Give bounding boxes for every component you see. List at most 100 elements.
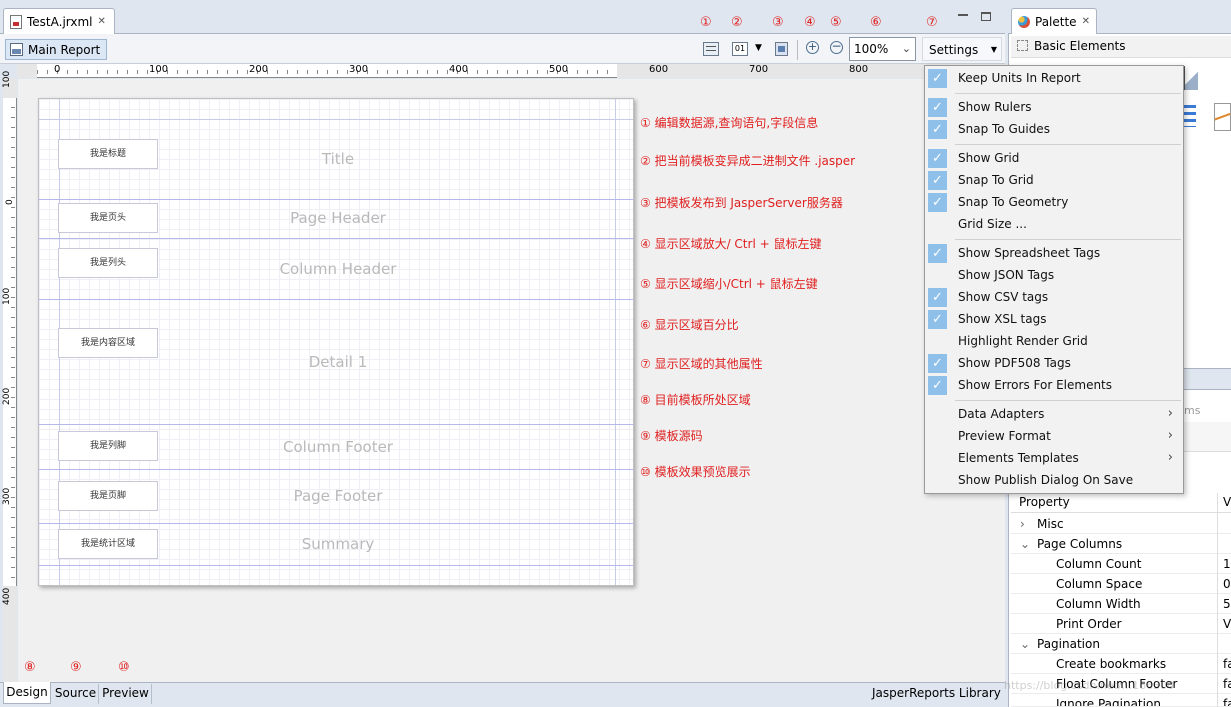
palette-icon bbox=[1018, 15, 1030, 28]
zoom-select[interactable]: 100% ⌄ bbox=[849, 37, 916, 61]
band-page-footer-label: Page Footer bbox=[293, 487, 383, 505]
section-label: Main Report bbox=[28, 42, 101, 57]
property-row[interactable]: Ignore Pagination fa bbox=[1011, 694, 1231, 707]
property-row[interactable]: ⌄ Pagination bbox=[1011, 634, 1231, 654]
property-value[interactable]: 0 bbox=[1223, 577, 1231, 591]
band-divider[interactable] bbox=[38, 469, 634, 470]
property-row[interactable]: Create bookmarks fa bbox=[1011, 654, 1231, 674]
column-header-text-field[interactable]: 我是列头 bbox=[58, 248, 158, 278]
menu-item-json-tags[interactable]: Show JSON Tags bbox=[925, 265, 1183, 287]
band-divider[interactable] bbox=[38, 199, 634, 200]
ruler-h-0: 0 bbox=[54, 64, 61, 75]
menu-item-csv-tags[interactable]: ✓ Show CSV tags bbox=[925, 287, 1183, 309]
chevron-down-icon[interactable]: ▼ bbox=[755, 43, 762, 53]
close-icon[interactable]: ✕ bbox=[98, 16, 106, 27]
expand-arrow-icon[interactable]: ⌄ bbox=[1020, 637, 1030, 651]
ruler-v-label: 0 bbox=[5, 199, 15, 205]
chart-element-icon[interactable] bbox=[1214, 103, 1231, 131]
title-text-field[interactable]: 我是标题 bbox=[58, 139, 158, 169]
band-divider[interactable] bbox=[38, 424, 634, 425]
property-value[interactable]: fa bbox=[1223, 697, 1231, 706]
expand-arrow-icon[interactable]: ⌄ bbox=[1020, 537, 1030, 551]
dataset-query-icon[interactable] bbox=[703, 42, 719, 56]
tab-preview[interactable]: Preview bbox=[100, 684, 152, 704]
property-row[interactable]: Print Order V bbox=[1011, 614, 1231, 634]
property-row[interactable]: Column Count 1 bbox=[1011, 554, 1231, 574]
menu-item-show-grid[interactable]: ✓ Show Grid bbox=[925, 148, 1183, 170]
detail-text-field[interactable]: 我是内容区域 bbox=[58, 328, 158, 358]
toolbar-divider bbox=[797, 40, 798, 60]
jrxml-file-icon bbox=[10, 14, 22, 29]
main-report-breadcrumb[interactable]: Main Report bbox=[5, 39, 107, 60]
band-divider[interactable] bbox=[38, 523, 634, 524]
properties-partial-tab[interactable]: ms bbox=[1184, 404, 1200, 417]
editor-tab[interactable]: TestA.jrxml ✕ bbox=[3, 8, 115, 34]
compile-report-icon[interactable]: 01 bbox=[732, 42, 748, 56]
menu-item-keep-units[interactable]: ✓ Keep Units In Report bbox=[925, 68, 1183, 90]
menu-item-grid-size[interactable]: Grid Size ... bbox=[925, 214, 1183, 236]
collapse-arrow-icon[interactable]: › bbox=[1020, 517, 1025, 531]
menu-item-label: Preview Format bbox=[958, 429, 1051, 443]
zoom-in-icon[interactable]: + bbox=[806, 41, 819, 54]
tab-design[interactable]: Design bbox=[3, 682, 51, 704]
page-header-text-field[interactable]: 我是页头 bbox=[58, 203, 158, 233]
property-row[interactable]: › Misc bbox=[1011, 514, 1231, 534]
menu-item-snap-grid[interactable]: ✓ Snap To Grid bbox=[925, 170, 1183, 192]
ruler-h-700: 700 bbox=[749, 64, 769, 75]
menu-item-label: Show Publish Dialog On Save bbox=[958, 473, 1134, 487]
property-value[interactable]: V bbox=[1223, 617, 1231, 631]
ruler-h-800: 800 bbox=[849, 64, 869, 75]
property-value[interactable]: 1 bbox=[1223, 557, 1231, 571]
menu-item-snap-guides[interactable]: ✓ Snap To Guides bbox=[925, 119, 1183, 141]
note-2: ② 把当前模板变异成二进制文件 .jasper bbox=[640, 154, 856, 168]
property-label: Misc bbox=[1037, 517, 1064, 531]
palette-tab[interactable]: Palette ✕ bbox=[1011, 8, 1097, 34]
menu-item-pdf508-tags[interactable]: ✓ Show PDF508 Tags bbox=[925, 353, 1183, 375]
maximize-icon[interactable] bbox=[981, 12, 991, 21]
triangle-element-icon[interactable] bbox=[1184, 66, 1198, 90]
menu-item-xsl-tags[interactable]: ✓ Show XSL tags bbox=[925, 309, 1183, 331]
menu-item-show-errors[interactable]: ✓ Show Errors For Elements bbox=[925, 375, 1183, 397]
note-6: ⑥ 显示区域百分比 bbox=[640, 318, 739, 332]
menu-item-publish-dialog[interactable]: Show Publish Dialog On Save bbox=[925, 470, 1183, 492]
property-value[interactable]: fa bbox=[1223, 657, 1231, 671]
menu-item-snap-geometry[interactable]: ✓ Snap To Geometry bbox=[925, 192, 1183, 214]
column-footer-text-field[interactable]: 我是列脚 bbox=[58, 431, 158, 461]
tab-source[interactable]: Source bbox=[53, 684, 99, 704]
property-value[interactable]: 5 bbox=[1223, 597, 1231, 611]
chevron-down-icon: ▼ bbox=[990, 45, 997, 54]
band-divider[interactable] bbox=[38, 299, 634, 300]
summary-text-field[interactable]: 我是统计区域 bbox=[58, 529, 158, 559]
property-row[interactable]: Column Space 0 bbox=[1011, 574, 1231, 594]
zoom-out-icon[interactable]: − bbox=[830, 40, 843, 54]
close-icon[interactable]: ✕ bbox=[1082, 16, 1090, 27]
band-detail-label: Detail 1 bbox=[308, 353, 368, 371]
palette-group-header[interactable]: Basic Elements bbox=[1011, 36, 1231, 58]
ruler-h-300: 300 bbox=[349, 64, 369, 75]
minimize-icon[interactable] bbox=[958, 14, 968, 16]
ruler-h-600: 600 bbox=[649, 64, 669, 75]
check-icon: ✓ bbox=[928, 288, 947, 307]
property-row[interactable]: Column Width 5 bbox=[1011, 594, 1231, 614]
property-value-column-divider bbox=[1217, 493, 1218, 707]
band-column-footer-label: Column Footer bbox=[283, 438, 393, 456]
publish-server-icon[interactable] bbox=[775, 42, 788, 56]
menu-item-preview-format[interactable]: Preview Format › bbox=[925, 426, 1183, 448]
note-1: ① 编辑数据源,查询语句,字段信息 bbox=[640, 116, 819, 130]
menu-separator bbox=[955, 239, 1181, 240]
page-footer-text-field[interactable]: 我是页脚 bbox=[58, 481, 158, 511]
menu-item-data-adapters[interactable]: Data Adapters › bbox=[925, 404, 1183, 426]
menu-item-highlight-render-grid[interactable]: Highlight Render Grid bbox=[925, 331, 1183, 353]
property-row[interactable]: ⌄ Page Columns bbox=[1011, 534, 1231, 554]
menu-item-elements-templates[interactable]: Elements Templates › bbox=[925, 448, 1183, 470]
menu-item-show-rulers[interactable]: ✓ Show Rulers bbox=[925, 97, 1183, 119]
band-divider[interactable] bbox=[38, 565, 634, 566]
callout-9: ⑨ bbox=[70, 660, 82, 675]
check-icon: ✓ bbox=[928, 244, 947, 263]
chevron-right-icon: › bbox=[1167, 450, 1173, 465]
list-element-icon[interactable] bbox=[1184, 105, 1196, 127]
menu-item-label: Snap To Geometry bbox=[958, 195, 1069, 209]
settings-dropdown[interactable]: Settings ▼ bbox=[922, 37, 1002, 61]
menu-item-spreadsheet-tags[interactable]: ✓ Show Spreadsheet Tags bbox=[925, 243, 1183, 265]
band-divider[interactable] bbox=[38, 238, 634, 239]
